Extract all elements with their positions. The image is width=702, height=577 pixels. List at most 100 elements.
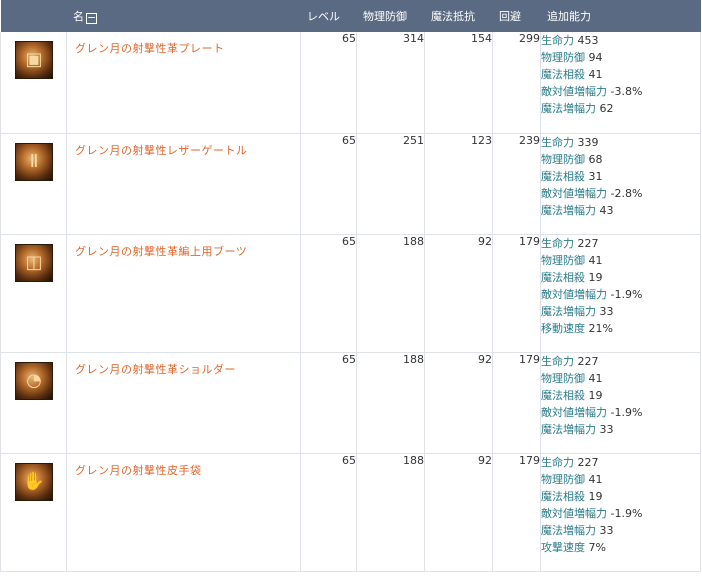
icon-cell: Ⅱ: [0, 133, 67, 235]
bonus-stat: 物理防御 94: [541, 49, 700, 66]
bonus-stat-value: -1.9%: [610, 405, 643, 419]
chest-armor-icon[interactable]: ▣: [15, 41, 53, 79]
item-name-link[interactable]: グレン月の射撃性革プレート: [67, 32, 300, 56]
table-row: ✋ グレン月の射撃性皮手袋 65 188 92 179 生命力 227 物理防御 41 魔法相殺…: [0, 453, 701, 572]
bonus-stat-value: 31: [588, 169, 603, 183]
bonus-stat: 物理防御 41: [541, 471, 700, 488]
bonus-stat-label: 生命力: [541, 34, 574, 47]
item-evasion: 299: [492, 32, 541, 134]
bonus-stat: 魔法相殺 19: [541, 387, 700, 404]
icon-cell: ▣: [0, 32, 67, 134]
header-name[interactable]: 名 −: [66, 0, 301, 32]
bonus-stat: 物理防御 41: [541, 370, 700, 387]
item-magic-resist: 123: [424, 133, 493, 235]
item-table-container: 名 − レベル 物理防御 魔法抵抗 回避 追加能力 ▣ グレン月の射撃性革プレート 6…: [0, 0, 702, 577]
header-physical-defense[interactable]: 物理防御: [356, 0, 425, 32]
item-name-link[interactable]: グレン月の射撃性皮手袋: [67, 454, 300, 478]
bonus-stat-value: 41: [588, 472, 603, 486]
item-name-link[interactable]: グレン月の射撃性革ショルダー: [67, 353, 300, 377]
item-bonus-stats: 生命力 227 物理防御 41 魔法相殺 19 敵対値増幅力 -1.9% 魔法増幅力 3…: [540, 453, 701, 572]
boots-icon[interactable]: ◫: [15, 243, 53, 282]
bonus-stat: 魔法増幅力 43: [541, 202, 700, 219]
bonus-stat-label: 魔法増幅力: [541, 102, 596, 115]
item-name-cell: グレン月の射撃性革ショルダー: [66, 352, 301, 454]
item-physical-defense: 314: [356, 32, 425, 134]
bonus-stat-label: 魔法相殺: [541, 169, 585, 183]
bonus-stat-value: 33: [599, 523, 614, 537]
bonus-stat: 敵対値増幅力 -1.9%: [541, 404, 700, 421]
item-evasion: 179: [492, 453, 541, 572]
bonus-stat-label: 敵対値増幅力: [541, 287, 607, 301]
item-evasion: 239: [492, 133, 541, 235]
bonus-stat-value: 94: [588, 51, 603, 64]
header-bonus-stats: 追加能力: [540, 0, 701, 32]
bonus-stat-value: -2.8%: [610, 186, 643, 200]
item-evasion: 179: [492, 234, 541, 353]
header-evasion[interactable]: 回避: [492, 0, 541, 32]
bonus-stat-value: -1.9%: [610, 506, 643, 520]
bonus-stat: 魔法相殺 19: [541, 488, 700, 505]
bonus-stat: 生命力 227: [541, 235, 700, 252]
table-row: ▣ グレン月の射撃性革プレート 65 314 154 299 生命力 453 物理防御 94 魔…: [0, 32, 701, 134]
bonus-stat: 魔法増幅力 62: [541, 100, 700, 117]
item-magic-resist: 92: [424, 352, 493, 454]
bonus-stat-label: 攻撃速度: [541, 540, 585, 554]
item-physical-defense: 188: [356, 453, 425, 572]
item-level: 65: [300, 32, 357, 134]
bonus-stat-value: -1.9%: [610, 287, 643, 301]
bonus-stat-label: 敵対値増幅力: [541, 186, 607, 200]
bonus-stat-value: 41: [588, 68, 603, 81]
bonus-stat: 生命力 227: [541, 454, 700, 471]
bonus-stat-value: 33: [599, 422, 614, 436]
table-row: ◫ グレン月の射撃性革編上用ブーツ 65 188 92 179 生命力 227 物理防御 41…: [0, 234, 701, 353]
item-level: 65: [300, 234, 357, 353]
leg-armor-icon[interactable]: Ⅱ: [15, 142, 53, 181]
bonus-stat-value: 41: [588, 371, 603, 385]
item-magic-resist: 92: [424, 453, 493, 572]
collapse-toggle-icon[interactable]: −: [86, 12, 97, 24]
item-magic-resist: 92: [424, 234, 493, 353]
bonus-stat-value: 7%: [588, 540, 606, 554]
gloves-icon[interactable]: ✋: [15, 462, 53, 501]
bonus-stat: 敵対値増幅力 -3.8%: [541, 83, 700, 100]
item-physical-defense: 251: [356, 133, 425, 235]
bonus-stat: 生命力 339: [541, 134, 700, 151]
item-physical-defense: 188: [356, 234, 425, 353]
bonus-stat-value: 453: [577, 34, 599, 47]
header-magic-resist[interactable]: 魔法抵抗: [424, 0, 493, 32]
bonus-stat-value: 68: [588, 152, 603, 166]
bonus-stat-value: 21%: [588, 321, 613, 335]
bonus-stat-label: 魔法相殺: [541, 68, 585, 81]
shoulder-armor-icon[interactable]: ◔: [15, 361, 53, 400]
item-bonus-stats: 生命力 227 物理防御 41 魔法相殺 19 敵対値増幅力 -1.9% 魔法増幅力 3…: [540, 234, 701, 353]
icon-cell: ✋: [0, 453, 67, 572]
header-icon-col: [0, 0, 67, 32]
item-bonus-stats: 生命力 227 物理防御 41 魔法相殺 19 敵対値増幅力 -1.9% 魔法増幅力 3…: [540, 352, 701, 454]
bonus-stat-label: 敵対値増幅力: [541, 405, 607, 419]
item-level: 65: [300, 453, 357, 572]
item-name-link[interactable]: グレン月の射撃性レザーゲートル: [67, 134, 300, 158]
bonus-stat-label: 物理防御: [541, 51, 585, 64]
bonus-stat: 魔法相殺 41: [541, 66, 700, 83]
bonus-stat-label: 物理防御: [541, 152, 585, 166]
item-level: 65: [300, 133, 357, 235]
bonus-stat: 魔法相殺 31: [541, 168, 700, 185]
bonus-stat: 生命力 453: [541, 32, 700, 49]
item-name-link[interactable]: グレン月の射撃性革編上用ブーツ: [67, 235, 300, 259]
bonus-stat: 敵対値増幅力 -1.9%: [541, 286, 700, 303]
bonus-stat-value: 227: [577, 354, 599, 368]
bonus-stat-label: 敵対値増幅力: [541, 506, 607, 520]
bonus-stat-value: 33: [599, 304, 614, 318]
header-level[interactable]: レベル: [300, 0, 357, 32]
table-row: ◔ グレン月の射撃性革ショルダー 65 188 92 179 生命力 227 物理防御 41 魔…: [0, 352, 701, 454]
bonus-stat-value: 227: [577, 236, 599, 250]
bonus-stat-value: 19: [588, 270, 603, 284]
item-bonus-stats: 生命力 339 物理防御 68 魔法相殺 31 敵対値増幅力 -2.8% 魔法増幅力 4…: [540, 133, 701, 235]
bonus-stat: 敵対値増幅力 -1.9%: [541, 505, 700, 522]
bonus-stat: 生命力 227: [541, 353, 700, 370]
bonus-stat-label: 魔法増幅力: [541, 304, 596, 318]
bonus-stat-label: 生命力: [541, 354, 574, 368]
bonus-stat: 魔法相殺 19: [541, 269, 700, 286]
icon-cell: ◫: [0, 234, 67, 353]
bonus-stat: 移動速度 21%: [541, 320, 700, 337]
